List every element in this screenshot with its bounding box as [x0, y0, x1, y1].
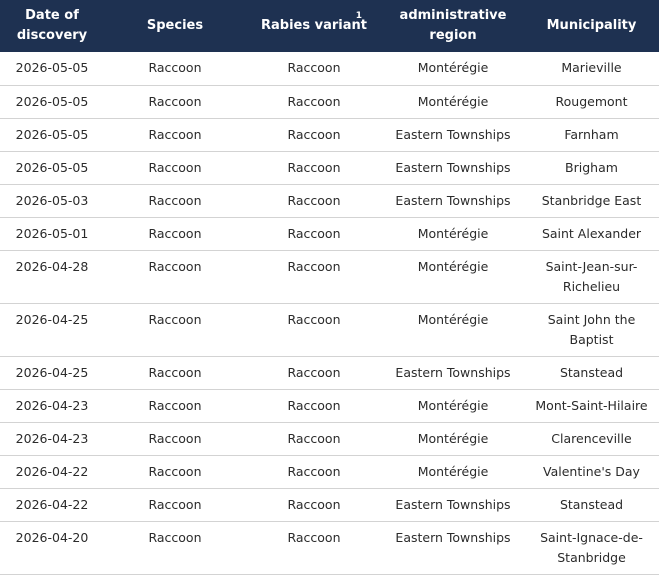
- cell-species: Raccoon: [104, 389, 246, 423]
- table-header: Date of discovery Species Rabies variant…: [0, 0, 659, 52]
- header-municipality[interactable]: Municipality: [524, 0, 659, 52]
- table-row: 2026-05-05 Raccoon Raccoon Eastern Township…: [0, 151, 659, 185]
- table-row: 2026-05-01 Raccoon Raccoon Montérégie Saint …: [0, 217, 659, 251]
- cell-variant: Raccoon: [246, 356, 382, 390]
- cell-region: Eastern Townships: [382, 184, 524, 218]
- cell-region: Eastern Townships: [382, 488, 524, 522]
- table-row: 2026-05-05 Raccoon Raccoon Montérégie Rougem…: [0, 85, 659, 119]
- rabies-cases-table: Date of discovery Species Rabies variant…: [0, 0, 659, 575]
- cell-date: 2026-04-22: [0, 488, 104, 522]
- cell-municipality: Brigham: [524, 151, 659, 185]
- cell-date: 2026-04-20: [0, 521, 104, 575]
- cell-variant: Raccoon: [246, 217, 382, 251]
- cell-region: Eastern Townships: [382, 151, 524, 185]
- cell-variant: Raccoon: [246, 250, 382, 304]
- cell-date: 2026-05-05: [0, 52, 104, 86]
- header-date[interactable]: Date of discovery: [0, 0, 104, 52]
- cell-municipality: Stanbridge East: [524, 184, 659, 218]
- cell-date: 2026-05-05: [0, 118, 104, 152]
- cell-date: 2026-04-25: [0, 303, 104, 357]
- cell-variant: Raccoon: [246, 521, 382, 575]
- cell-region: Montérégie: [382, 455, 524, 489]
- cell-variant: Raccoon: [246, 422, 382, 456]
- cell-municipality: Mont-Saint-Hilaire: [524, 389, 659, 423]
- table-body: 2026-05-05 Raccoon Raccoon Montérégie Mariev…: [0, 52, 659, 575]
- cell-species: Raccoon: [104, 422, 246, 456]
- cell-municipality: Saint John the Baptist: [524, 303, 659, 357]
- table-row: 2026-05-05 Raccoon Raccoon Eastern Township…: [0, 118, 659, 152]
- cell-date: 2026-04-23: [0, 422, 104, 456]
- header-variant-label: Rabies variant: [261, 18, 367, 33]
- cell-region: Eastern Townships: [382, 118, 524, 152]
- cell-region: Montérégie: [382, 422, 524, 456]
- table-row: 2026-04-20 Raccoon Raccoon Eastern Township…: [0, 521, 659, 575]
- cell-variant: Raccoon: [246, 303, 382, 357]
- header-variant[interactable]: Rabies variant 1: [246, 0, 382, 52]
- cell-date: 2026-05-03: [0, 184, 104, 218]
- cell-municipality: Marieville: [524, 52, 659, 86]
- cell-municipality: Farnham: [524, 118, 659, 152]
- cell-municipality: Stanstead: [524, 488, 659, 522]
- table-row: 2026-04-25 Raccoon Raccoon Montérégie Saint …: [0, 303, 659, 357]
- cell-date: 2026-05-01: [0, 217, 104, 251]
- cell-municipality: Stanstead: [524, 356, 659, 390]
- cell-region: Eastern Townships: [382, 356, 524, 390]
- cell-species: Raccoon: [104, 488, 246, 522]
- cell-variant: Raccoon: [246, 52, 382, 86]
- header-species[interactable]: Species: [104, 0, 246, 52]
- cell-municipality: Rougemont: [524, 85, 659, 119]
- cell-variant: Raccoon: [246, 151, 382, 185]
- cell-region: Montérégie: [382, 217, 524, 251]
- table-row: 2026-04-22 Raccoon Raccoon Montérégie Valent…: [0, 455, 659, 489]
- cell-municipality: Saint-Ignace-de-Stanbridge: [524, 521, 659, 575]
- cell-region: Montérégie: [382, 389, 524, 423]
- cell-region: Montérégie: [382, 52, 524, 86]
- cell-variant: Raccoon: [246, 118, 382, 152]
- cell-species: Raccoon: [104, 521, 246, 575]
- cell-date: 2026-04-23: [0, 389, 104, 423]
- footnote-marker[interactable]: 1: [356, 12, 362, 21]
- cell-species: Raccoon: [104, 184, 246, 218]
- table-row: 2026-05-03 Raccoon Raccoon Eastern Township…: [0, 184, 659, 218]
- cell-species: Raccoon: [104, 250, 246, 304]
- cell-date: 2026-04-22: [0, 455, 104, 489]
- cell-region: Montérégie: [382, 303, 524, 357]
- header-row: Date of discovery Species Rabies variant…: [0, 0, 659, 52]
- table-row: 2026-05-05 Raccoon Raccoon Montérégie Mariev…: [0, 52, 659, 86]
- cell-species: Raccoon: [104, 303, 246, 357]
- cell-species: Raccoon: [104, 356, 246, 390]
- table-row: 2026-04-25 Raccoon Raccoon Eastern Township…: [0, 356, 659, 390]
- cell-date: 2026-05-05: [0, 85, 104, 119]
- cell-municipality: Valentine's Day: [524, 455, 659, 489]
- cell-municipality: Saint Alexander: [524, 217, 659, 251]
- cell-date: 2026-04-28: [0, 250, 104, 304]
- cell-species: Raccoon: [104, 151, 246, 185]
- table-row: 2026-04-28 Raccoon Raccoon Montérégie Saint-…: [0, 250, 659, 304]
- cell-variant: Raccoon: [246, 85, 382, 119]
- cell-variant: Raccoon: [246, 184, 382, 218]
- table-row: 2026-04-23 Raccoon Raccoon Montérégie Claren…: [0, 422, 659, 456]
- cell-variant: Raccoon: [246, 389, 382, 423]
- cell-date: 2026-05-05: [0, 151, 104, 185]
- cell-variant: Raccoon: [246, 488, 382, 522]
- cell-date: 2026-04-25: [0, 356, 104, 390]
- cell-municipality: Saint-Jean-sur-Richelieu: [524, 250, 659, 304]
- cell-region: Montérégie: [382, 85, 524, 119]
- cell-region: Eastern Townships: [382, 521, 524, 575]
- cell-variant: Raccoon: [246, 455, 382, 489]
- table-row: 2026-04-22 Raccoon Raccoon Eastern Township…: [0, 488, 659, 522]
- table-row: 2026-04-23 Raccoon Raccoon Montérégie Mont-S…: [0, 389, 659, 423]
- cell-species: Raccoon: [104, 85, 246, 119]
- cell-species: Raccoon: [104, 455, 246, 489]
- cell-species: Raccoon: [104, 217, 246, 251]
- cell-species: Raccoon: [104, 118, 246, 152]
- header-region[interactable]: administrative region: [382, 0, 524, 52]
- cell-species: Raccoon: [104, 52, 246, 86]
- cell-region: Montérégie: [382, 250, 524, 304]
- cell-municipality: Clarenceville: [524, 422, 659, 456]
